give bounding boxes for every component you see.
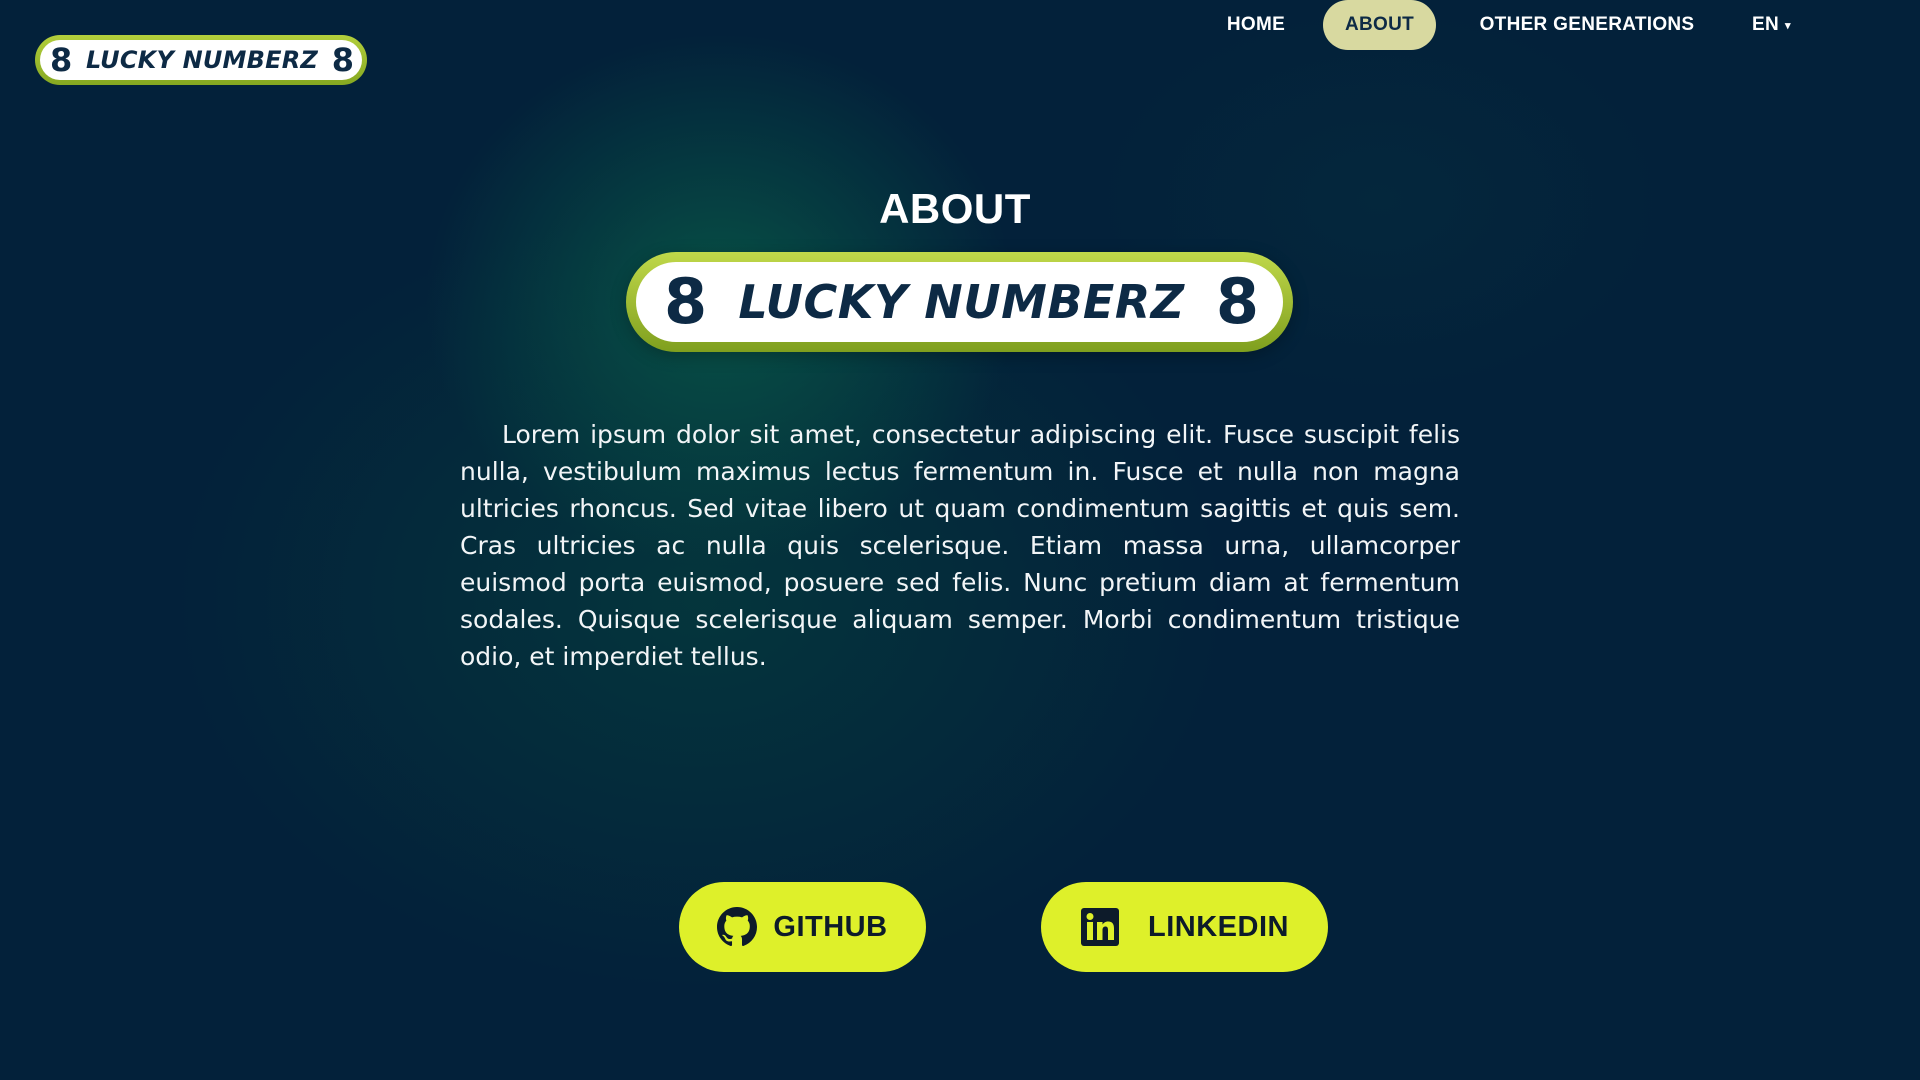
language-selector[interactable]: EN ▾ <box>1752 0 1812 50</box>
language-label: EN <box>1752 14 1779 35</box>
linkedin-button[interactable]: LINKEDIN <box>1041 882 1328 972</box>
github-button-label: GITHUB <box>773 910 888 943</box>
linkedin-button-label: LINKEDIN <box>1148 910 1289 943</box>
header-logo-badge: 8 LUCKY NUMBERZ 8 <box>40 40 362 80</box>
nav-about-link[interactable]: ABOUT <box>1323 0 1436 50</box>
github-button[interactable]: GITHUB <box>679 882 926 972</box>
hero-logo: 8 LUCKY NUMBERZ 8 <box>626 252 1293 352</box>
hero-logo-right-digit: 8 <box>1215 265 1259 338</box>
logo-right-digit: 8 <box>331 41 354 79</box>
logo-text: LUCKY NUMBERZ <box>85 46 319 74</box>
nav-other-generations-link[interactable]: OTHER GENERATIONS <box>1460 0 1714 50</box>
hero-logo-left-digit: 8 <box>664 265 708 338</box>
hero-logo-text: LUCKY NUMBERZ <box>738 275 1185 329</box>
page-title: ABOUT <box>879 185 1031 232</box>
nav-home-link[interactable]: HOME <box>1210 0 1302 50</box>
chevron-down-icon: ▾ <box>1785 19 1791 32</box>
header-logo[interactable]: 8 LUCKY NUMBERZ 8 <box>35 35 367 85</box>
logo-left-digit: 8 <box>50 41 73 79</box>
linkedin-icon <box>1080 907 1120 947</box>
github-icon <box>717 907 758 947</box>
hero-logo-badge: 8 LUCKY NUMBERZ 8 <box>636 262 1283 342</box>
about-description: Lorem ipsum dolor sit amet, consectetur … <box>460 420 1460 671</box>
